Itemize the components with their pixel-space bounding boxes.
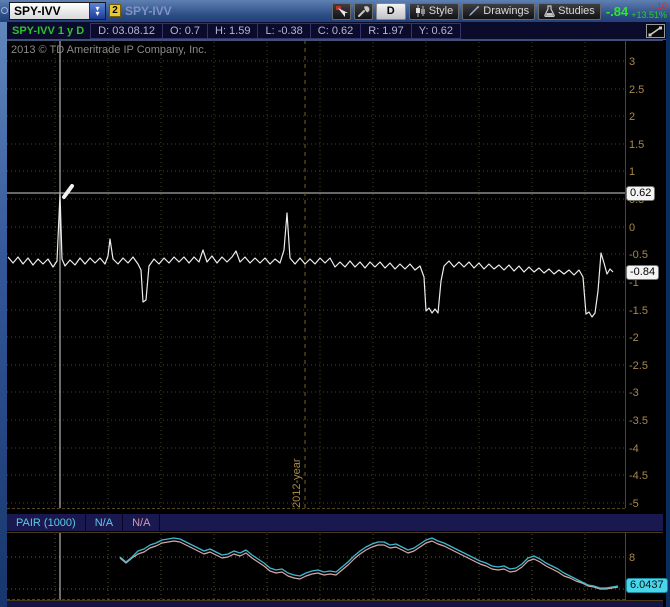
axis-tick-label: 1	[629, 166, 635, 178]
axis-tick-label: -3	[629, 387, 639, 399]
copyright-text: 2013 © TD Ameritrade IP Company, Inc.	[11, 44, 207, 56]
axis-tick-label: -2	[629, 332, 639, 344]
ohlc-cells: D: 03.08.12 O: 0.7 H: 1.59 L: -0.38 C: 0…	[90, 22, 461, 39]
chart-title: SPY-IVV 1 y D	[12, 24, 85, 37]
trend-tool-button[interactable]	[646, 24, 665, 38]
mouse-cursor-pencil	[62, 184, 74, 199]
ohlc-low: L: -0.38	[257, 23, 309, 38]
chevron-down-icon: ▾	[95, 9, 100, 18]
pencil-icon	[469, 6, 480, 16]
main-chart-canvas[interactable]: 32.521.510.50-0.5-1-1.5-2-2.5-3-3.5-4-4.…	[0, 40, 670, 510]
next-pane-strip	[7, 600, 663, 607]
cursor-flag-icon	[335, 5, 348, 17]
axis-tick-label: 2	[629, 111, 635, 123]
pair-pink-line	[119, 540, 619, 590]
style-button[interactable]: Style	[408, 2, 460, 20]
axis-tick-label: -5	[629, 498, 639, 510]
year-divider-label: 2012-year	[291, 458, 303, 508]
change-stack: -.10 +13.51%	[631, 2, 667, 20]
change-percent-value: +13.51%	[631, 10, 667, 20]
pair-chart-canvas[interactable]: 8	[0, 532, 670, 600]
flask-icon	[544, 5, 555, 17]
axis-tick-label: -4.5	[629, 470, 648, 482]
pair-cyan-line	[119, 537, 619, 589]
axis-tick-label: -0.5	[629, 249, 648, 261]
chart-window: SPY-IVV ▾ ▾ 2 SPY-IVV D Style Drawings S…	[0, 0, 670, 607]
symbol-input-value[interactable]: SPY-IVV	[10, 4, 89, 18]
pair-value-2: N/A	[123, 514, 161, 531]
link-group-badge[interactable]: 2	[109, 4, 121, 17]
symbol-input[interactable]: SPY-IVV ▾ ▾	[9, 2, 106, 20]
pair-pane-header: PAIR (1000) N/A N/A	[7, 513, 663, 532]
pair-value-badge: 6.0437	[626, 578, 668, 593]
pair-study-label[interactable]: PAIR (1000)	[7, 514, 86, 531]
axis-tick-label: 2.5	[629, 84, 644, 96]
axis-tick-label: 8	[629, 552, 635, 564]
close-price-badge: 0.62	[626, 186, 656, 201]
ohlc-status-row: SPY-IVV 1 y D D: 03.08.12 O: 0.7 H: 1.59…	[0, 22, 670, 40]
ohlc-high: H: 1.59	[207, 23, 257, 38]
ohlc-close: C: 0.62	[309, 23, 360, 38]
candlestick-icon	[415, 5, 425, 17]
ohlc-y: Y: 0.62	[410, 23, 460, 38]
axis-tick-label: -3.5	[629, 415, 648, 427]
drawings-button-label: Drawings	[483, 5, 530, 17]
symbol-label: SPY-IVV	[125, 4, 172, 18]
axis-tick-label: -1.5	[629, 305, 648, 317]
wrench-icon	[357, 5, 370, 17]
studies-button-label: Studies	[558, 5, 595, 17]
toolbar-right-cluster: D Style Drawings Studies -.84 -.10 +13.5…	[331, 2, 668, 20]
symbol-dropdown-button[interactable]: ▾ ▾	[89, 3, 105, 19]
pair-value-1: N/A	[86, 514, 124, 531]
last-price-badge: -0.84	[626, 265, 660, 280]
drawings-button[interactable]: Drawings	[462, 2, 536, 20]
axis-tick-label: 3	[629, 56, 635, 68]
timeframe-button[interactable]: D	[375, 2, 406, 20]
settings-button[interactable]	[353, 2, 373, 20]
cursor-tool-button[interactable]	[331, 2, 351, 20]
ohlc-date: D: 03.08.12	[98, 24, 156, 37]
net-change-value: -.84	[605, 3, 629, 19]
trend-line-icon	[648, 26, 662, 36]
axis-tick-label: 1.5	[629, 139, 644, 151]
studies-button[interactable]: Studies	[538, 2, 601, 20]
spread-line	[7, 193, 614, 318]
axis-tick-label: 0	[629, 222, 635, 234]
link-circle-icon	[1, 7, 8, 14]
axis-tick-label: -4	[629, 443, 639, 455]
style-button-label: Style	[428, 5, 454, 17]
axis-tick-label: -2.5	[629, 360, 648, 372]
ohlc-range: R: 1.97	[360, 23, 410, 38]
top-toolbar: SPY-IVV ▾ ▾ 2 SPY-IVV D Style Drawings S…	[0, 0, 670, 22]
ohlc-open: O: 0.7	[162, 23, 207, 38]
